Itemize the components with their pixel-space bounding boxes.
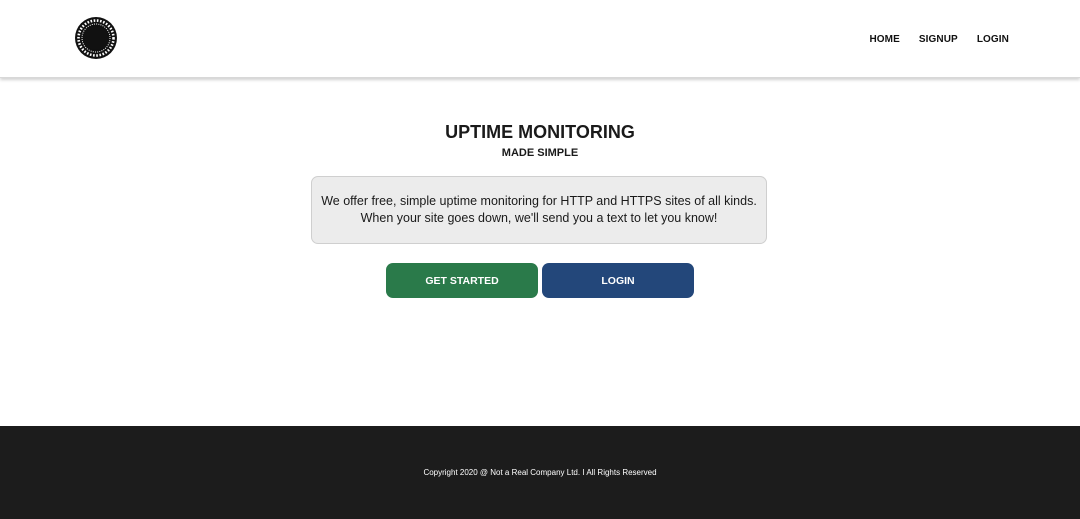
nav-home-link[interactable]: HOME [869,34,899,45]
nav-signup-link[interactable]: SIGNUP [919,34,958,45]
description-line-1: We offer free, simple uptime monitoring … [321,194,757,208]
description-box: We offer free, simple uptime monitoring … [311,176,767,244]
page-title: UPTIME MONITORING [445,122,635,142]
login-button[interactable]: LOGIN [542,263,694,298]
get-started-button[interactable]: GET STARTED [386,263,538,298]
hero-section: UPTIME MONITORING MADE SIMPLE We offer f… [0,78,1080,426]
site-header: HOME SIGNUP LOGIN [0,0,1080,78]
site-footer: Copyright 2020 @ Not a Real Company Ltd.… [0,426,1080,519]
description-line-2: When your site goes down, we'll send you… [360,211,718,225]
page-subtitle: MADE SIMPLE [501,147,579,159]
circular-badge-icon[interactable] [74,16,118,60]
copyright-text: Copyright 2020 @ Not a Real Company Ltd.… [423,468,657,477]
nav-login-link[interactable]: LOGIN [977,34,1009,45]
main-nav: HOME SIGNUP LOGIN [869,34,1009,45]
